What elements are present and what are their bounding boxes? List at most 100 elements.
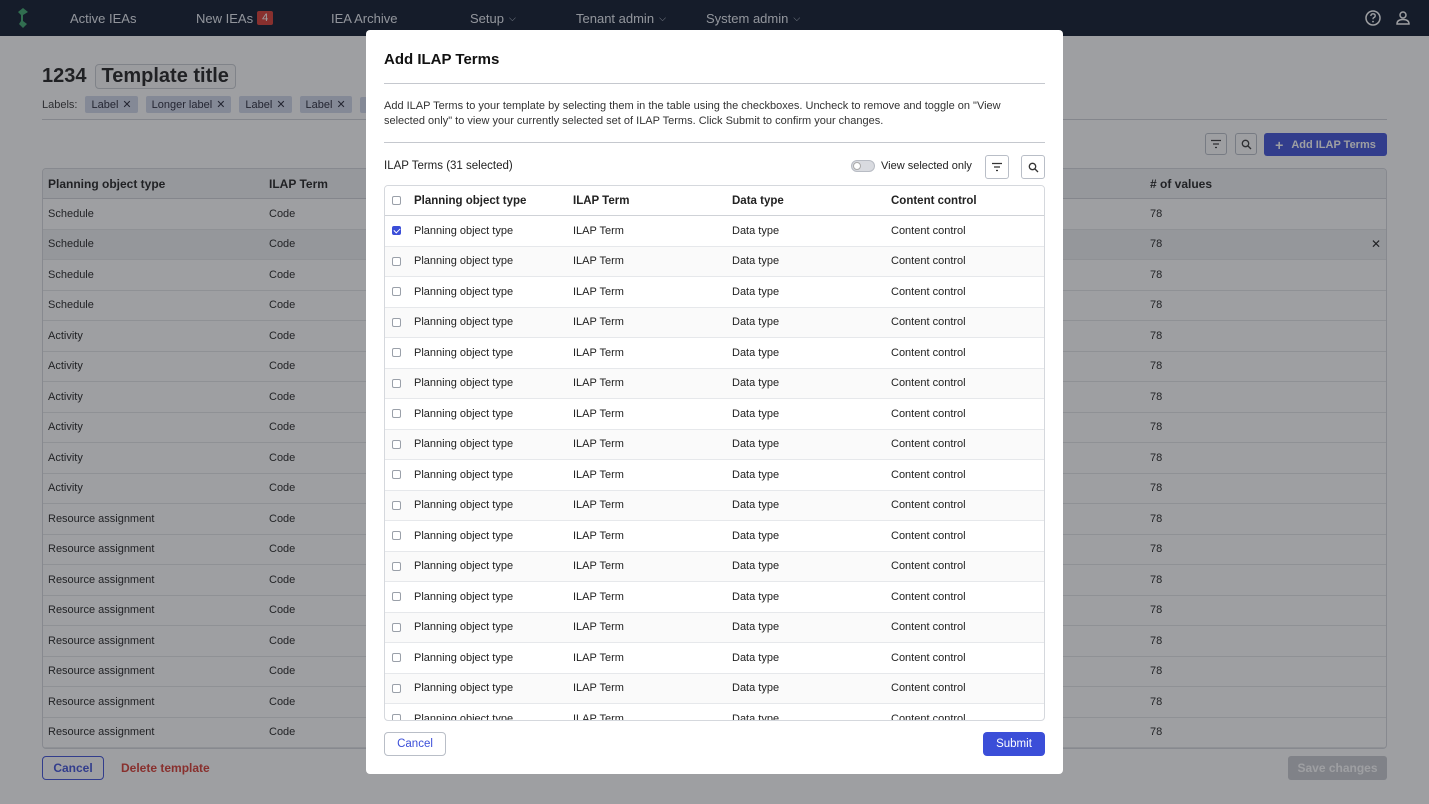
cell-planning-object-type: Planning object type [414, 316, 514, 329]
cell-content-control: Content control [891, 255, 966, 268]
table-row[interactable]: Planning object type ILAP Term Data type Co… [385, 582, 1044, 613]
cell-data-type: Data type [732, 346, 780, 359]
cell-ilap-term: ILAP Term [573, 651, 624, 664]
cell-content-control: Content control [891, 621, 966, 634]
table-row[interactable]: Planning object type ILAP Term Data type Co… [385, 490, 1044, 521]
cell-ilap-term: ILAP Term [573, 499, 624, 512]
cell-ilap-term: ILAP Term [573, 529, 624, 542]
view-selected-only-label: View selected only [881, 160, 972, 172]
row-checkbox[interactable] [392, 622, 401, 632]
cell-planning-object-type: Planning object type [414, 529, 514, 542]
cell-data-type: Data type [732, 621, 780, 634]
cell-data-type: Data type [732, 560, 780, 573]
dialog-description: Add ILAP Terms to your template by selec… [384, 100, 1001, 127]
cell-content-control: Content control [891, 316, 966, 329]
table-row[interactable]: Planning object type ILAP Term Data type Co… [385, 521, 1044, 552]
cell-planning-object-type: Planning object type [414, 438, 514, 451]
cell-ilap-term: ILAP Term [573, 438, 624, 451]
table-row[interactable]: Planning object type ILAP Term Data type Co… [385, 338, 1044, 369]
row-checkbox[interactable] [392, 592, 401, 601]
cell-planning-object-type: Planning object type [414, 712, 514, 721]
cell-data-type: Data type [732, 255, 780, 268]
table-row[interactable]: Planning object type ILAP Term Data type Co… [385, 460, 1044, 491]
table-row[interactable]: Planning object type ILAP Term Data type Co… [385, 368, 1044, 399]
submit-button[interactable]: Submit [983, 732, 1045, 756]
cell-data-type: Data type [732, 224, 780, 237]
table-row[interactable]: Planning object type ILAP Term Data type Co… [385, 246, 1044, 277]
cell-data-type: Data type [732, 316, 780, 329]
row-checkbox[interactable] [392, 256, 401, 266]
dialog-title: Add ILAP Terms [384, 51, 500, 68]
cell-ilap-term: ILAP Term [573, 590, 624, 603]
cell-planning-object-type: Planning object type [414, 377, 514, 390]
row-checkbox[interactable] [392, 317, 401, 327]
table-row[interactable]: Planning object type ILAP Term Data type Co… [385, 551, 1044, 582]
row-checkbox[interactable] [392, 287, 401, 296]
search-button[interactable] [1021, 155, 1045, 179]
table-header: Planning object type ILAP Term Data type… [385, 186, 1044, 216]
cell-content-control: Content control [891, 377, 966, 390]
cell-planning-object-type: Planning object type [414, 560, 514, 573]
view-selected-only-toggle[interactable] [851, 160, 875, 172]
cell-planning-object-type: Planning object type [414, 346, 514, 359]
row-checkbox[interactable] [392, 409, 401, 418]
table-row[interactable]: Planning object type ILAP Term Data type Co… [385, 704, 1044, 721]
cell-content-control: Content control [891, 224, 966, 237]
cell-content-control: Content control [891, 285, 966, 298]
select-all-checkbox[interactable] [392, 196, 401, 205]
cell-content-control: Content control [891, 651, 966, 664]
cell-planning-object-type: Planning object type [414, 682, 514, 695]
cell-data-type: Data type [732, 651, 780, 664]
cell-content-control: Content control [891, 346, 966, 359]
table-row[interactable]: Planning object type ILAP Term Data type Co… [385, 612, 1044, 643]
cell-data-type: Data type [732, 377, 780, 390]
row-checkbox[interactable] [392, 714, 401, 720]
row-checkbox[interactable] [392, 226, 401, 235]
row-checkbox[interactable] [392, 439, 401, 449]
row-checkbox[interactable] [392, 653, 401, 662]
column-header-content-control[interactable]: Content control [891, 186, 977, 215]
ilap-terms-table: Planning object type ILAP Term Data type… [384, 185, 1045, 721]
column-header-ilap-term[interactable]: ILAP Term [573, 186, 629, 215]
cell-ilap-term: ILAP Term [573, 407, 624, 420]
divider [384, 83, 1045, 84]
cell-ilap-term: ILAP Term [573, 285, 624, 298]
cell-content-control: Content control [891, 499, 966, 512]
cell-content-control: Content control [891, 682, 966, 695]
row-checkbox[interactable] [392, 683, 401, 693]
dialog-cancel-button[interactable]: Cancel [384, 732, 446, 756]
cell-ilap-term: ILAP Term [573, 621, 624, 634]
cell-planning-object-type: Planning object type [414, 285, 514, 298]
row-checkbox[interactable] [392, 561, 401, 571]
cell-ilap-term: ILAP Term [573, 377, 624, 390]
cell-data-type: Data type [732, 590, 780, 603]
column-header-planning-object-type[interactable]: Planning object type [414, 186, 526, 215]
cell-ilap-term: ILAP Term [573, 468, 624, 481]
cell-data-type: Data type [732, 712, 780, 721]
row-checkbox[interactable] [392, 378, 401, 388]
column-header-data-type[interactable]: Data type [732, 186, 784, 215]
selected-count-label: ILAP Terms (31 selected) [384, 160, 513, 172]
cell-planning-object-type: Planning object type [414, 255, 514, 268]
cell-ilap-term: ILAP Term [573, 682, 624, 695]
cell-content-control: Content control [891, 560, 966, 573]
cell-data-type: Data type [732, 682, 780, 695]
cell-content-control: Content control [891, 407, 966, 420]
table-row[interactable]: Planning object type ILAP Term Data type Co… [385, 307, 1044, 338]
cell-data-type: Data type [732, 529, 780, 542]
row-checkbox[interactable] [392, 348, 401, 357]
row-checkbox[interactable] [392, 500, 401, 510]
filter-button[interactable] [985, 155, 1009, 179]
table-row[interactable]: Planning object type ILAP Term Data type Co… [385, 277, 1044, 308]
row-checkbox[interactable] [392, 470, 401, 479]
cell-ilap-term: ILAP Term [573, 224, 624, 237]
table-row[interactable]: Planning object type ILAP Term Data type Co… [385, 673, 1044, 704]
filter-icon [992, 162, 1002, 172]
row-checkbox[interactable] [392, 531, 401, 540]
table-row[interactable]: Planning object type ILAP Term Data type Co… [385, 399, 1044, 430]
table-row[interactable]: Planning object type ILAP Term Data type Co… [385, 643, 1044, 674]
cell-ilap-term: ILAP Term [573, 712, 624, 721]
table-row[interactable]: Planning object type ILAP Term Data type Co… [385, 216, 1044, 247]
cell-planning-object-type: Planning object type [414, 590, 514, 603]
table-row[interactable]: Planning object type ILAP Term Data type Co… [385, 429, 1044, 460]
